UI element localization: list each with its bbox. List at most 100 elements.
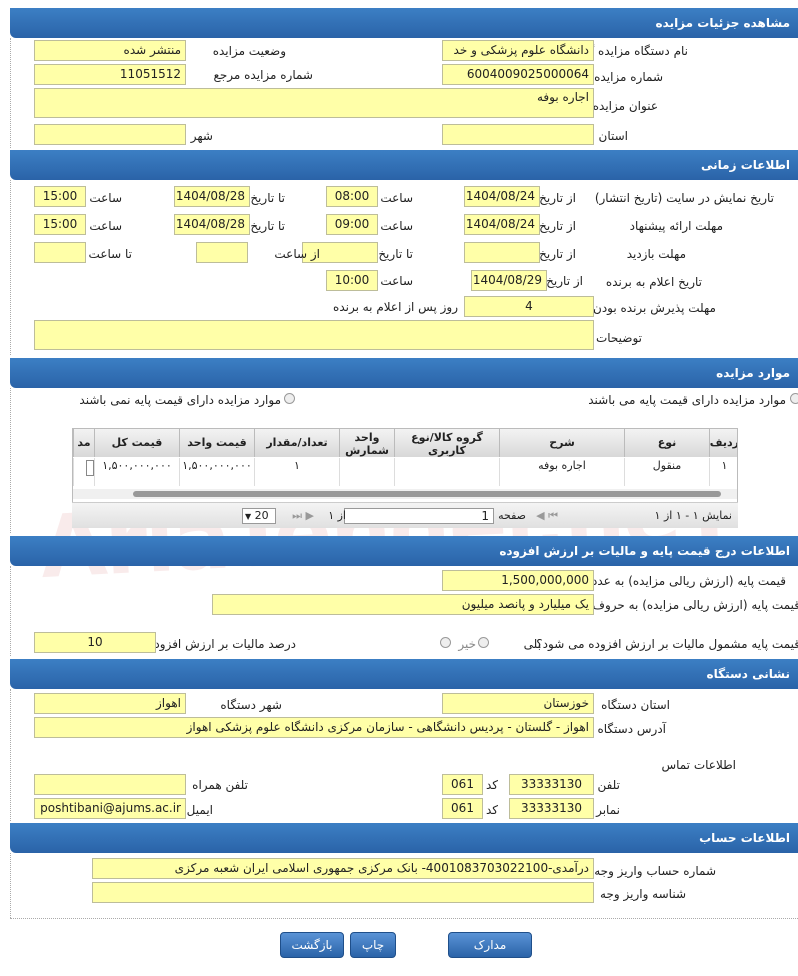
winner-time-label: ساعت bbox=[380, 274, 413, 288]
publish-from-label: از تاریخ bbox=[539, 191, 576, 205]
winner-time-field: 10:00 bbox=[326, 270, 378, 291]
offer-time-label: ساعت bbox=[380, 219, 413, 233]
city-label: شهر bbox=[190, 129, 213, 143]
col-group: گروه کالا/نوع کاربری bbox=[394, 429, 499, 457]
status-label: وضعیت مزایده bbox=[212, 44, 286, 58]
radio-without-price[interactable] bbox=[284, 393, 295, 404]
fax-label: نمابر bbox=[596, 803, 620, 817]
winner-from-field: 1404/08/29 bbox=[471, 270, 547, 291]
number-label: شماره مزایده bbox=[594, 70, 663, 84]
publish-time-label: ساعت bbox=[380, 191, 413, 205]
city-field bbox=[34, 124, 186, 145]
col-unit: واحد شمارش bbox=[339, 429, 394, 457]
addr-province-label: استان دستگاه bbox=[601, 698, 670, 712]
offer-to-field: 1404/08/28 bbox=[174, 214, 250, 235]
chevron-down-icon: ▼ bbox=[245, 512, 252, 521]
attachments-button[interactable]: مدارک پیوستی(1) bbox=[448, 932, 532, 976]
deposit-id-field bbox=[92, 882, 594, 903]
pager-first-icon[interactable]: ⏮ ◀ bbox=[536, 509, 558, 523]
contact-title: اطلاعات تماس bbox=[661, 758, 736, 772]
section-header-account: اطلاعات حساب bbox=[10, 823, 798, 853]
vat-yes-radio[interactable] bbox=[478, 637, 489, 648]
account-field: درآمدی-4001083703022100- بانک مرکزی جمهو… bbox=[92, 858, 594, 879]
col-type: نوع bbox=[624, 429, 709, 457]
h-scroll-thumb[interactable] bbox=[133, 491, 721, 497]
section-header-address: نشانی دستگاه bbox=[10, 659, 798, 689]
print-button[interactable]: چاپ bbox=[350, 932, 396, 958]
publish-label: تاریخ نمایش در سایت (تاریخ انتشار) bbox=[594, 191, 774, 205]
notes-field bbox=[34, 320, 594, 350]
col-unit-price: قیمت واحد bbox=[179, 429, 254, 457]
offer-to-time-label: ساعت bbox=[89, 219, 122, 233]
province-label: استان bbox=[598, 129, 628, 143]
col-row: ردیف bbox=[709, 429, 737, 457]
email-label: ایمیل bbox=[186, 803, 213, 817]
radio-with-price-label: موارد مزایده دارای قیمت پایه می باشند bbox=[588, 393, 786, 407]
offer-from-field: 1404/08/24 bbox=[464, 214, 540, 235]
addr-city-field: اهواز bbox=[34, 693, 186, 714]
pager-page-input[interactable]: 1 bbox=[344, 508, 494, 524]
section-header-price: اطلاعات درج قیمت پایه و مالیات بر ارزش ا… bbox=[10, 536, 798, 566]
accept-suffix: روز پس از اعلام به برنده bbox=[333, 300, 458, 314]
mobile-field bbox=[34, 774, 186, 795]
visit-label: مهلت بازدید bbox=[626, 247, 686, 261]
phone-code-field: 061 bbox=[442, 774, 483, 795]
accept-days-field: 4 bbox=[464, 296, 594, 317]
phone-label: تلفن bbox=[597, 778, 620, 792]
cell-more bbox=[73, 458, 94, 486]
offer-time-field: 09:00 bbox=[326, 214, 378, 235]
fax-code-field: 061 bbox=[442, 798, 483, 819]
offer-label: مهلت ارائه پیشنهاد bbox=[629, 219, 723, 233]
publish-to-label: تا تاریخ bbox=[250, 191, 285, 205]
offer-to-time-field: 15:00 bbox=[34, 214, 86, 235]
visit-from-time-label: از ساعت bbox=[274, 247, 320, 261]
publish-from-field: 1404/08/24 bbox=[464, 186, 540, 207]
cell-desc: اجاره بوفه bbox=[499, 458, 624, 486]
visit-to-time-label: تا ساعت bbox=[88, 247, 132, 261]
phone-code-label: کد bbox=[485, 778, 498, 792]
pager-summary: نمایش ۱ - ۱ از ۱ bbox=[654, 509, 732, 522]
visit-from-label: از تاریخ bbox=[539, 247, 576, 261]
grid-pager: نمایش ۱ - ۱ از ۱ ⏮ ◀ صفحه 1 از ۱ ▶ ⏭ ▼ 2… bbox=[72, 502, 738, 528]
col-total: قیمت کل bbox=[94, 429, 179, 457]
pager-of: از ۱ bbox=[328, 509, 346, 522]
offer-from-label: از تاریخ bbox=[539, 219, 576, 233]
row-select-box[interactable] bbox=[86, 460, 94, 476]
addr-city-label: شهر دستگاه bbox=[220, 698, 282, 712]
publish-to-time-field: 15:00 bbox=[34, 186, 86, 207]
addr-label: آدرس دستگاه bbox=[597, 722, 666, 736]
cell-total: ۱,۵۰۰,۰۰۰,۰۰۰ bbox=[94, 458, 179, 486]
price-num-label: قیمت پایه (ارزش ریالی مزایده) به عدد bbox=[591, 574, 786, 588]
addr-province-field: خوزستان bbox=[442, 693, 594, 714]
notes-label: توضیحات bbox=[595, 331, 642, 345]
account-label: شماره حساب واریز وجه bbox=[594, 864, 716, 878]
radio-without-price-label: موارد مزایده دارای قیمت پایه نمی باشند bbox=[79, 393, 281, 407]
visit-from-field bbox=[464, 242, 540, 263]
price-words-label: قیمت پایه (ارزش ریالی مزایده) به حروف bbox=[592, 598, 798, 612]
price-num-field: 1,500,000,000 bbox=[442, 570, 594, 591]
vat-percent-label: درصد مالیات بر ارزش افزوده bbox=[148, 637, 296, 651]
cell-row: ۱ bbox=[709, 458, 737, 486]
vat-no-radio[interactable] bbox=[440, 637, 451, 648]
mobile-label: تلفن همراه bbox=[192, 778, 248, 792]
publish-to-field: 1404/08/28 bbox=[174, 186, 250, 207]
phone-field: 33333130 bbox=[509, 774, 594, 795]
publish-time-field: 08:00 bbox=[326, 186, 378, 207]
page-size-select[interactable]: ▼ 20 bbox=[242, 508, 276, 524]
province-field bbox=[442, 124, 594, 145]
back-button[interactable]: بازگشت bbox=[280, 932, 344, 958]
h-scrollbar[interactable] bbox=[73, 489, 737, 499]
fax-code-label: کد bbox=[485, 803, 498, 817]
status-field: منتشر شده bbox=[34, 40, 186, 61]
pager-last-icon[interactable]: ▶ ⏭ bbox=[292, 509, 314, 523]
footer-divider bbox=[10, 918, 798, 919]
radio-with-price[interactable] bbox=[790, 393, 798, 404]
page-size-value: 20 bbox=[254, 509, 269, 522]
org-field: دانشگاه علوم پزشکی و خد bbox=[442, 40, 594, 61]
ref-label: شماره مزایده مرجع bbox=[213, 68, 313, 82]
cell-unit-price: ۱,۵۰۰,۰۰۰,۰۰۰ bbox=[179, 458, 254, 486]
cell-group bbox=[394, 458, 499, 486]
price-words-field: یک میلیارد و پانصد میلیون bbox=[212, 594, 594, 615]
section-header-items: موارد مزایده bbox=[10, 358, 798, 388]
title-field: اجاره بوفه bbox=[34, 88, 594, 118]
